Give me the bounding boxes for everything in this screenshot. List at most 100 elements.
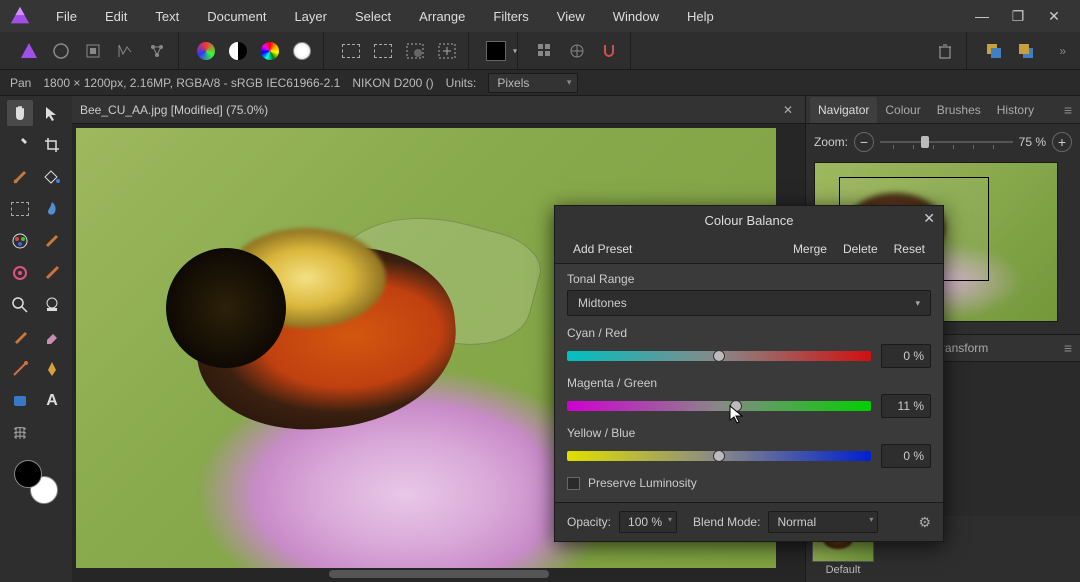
tool-mode-label: Pan	[10, 76, 31, 90]
selection-ellipse-icon[interactable]	[370, 38, 396, 64]
delete-button[interactable]: Delete	[835, 238, 886, 260]
colour-balance-dialog: Colour Balance ✕ Add Preset Merge Delete…	[554, 205, 944, 542]
selection-quick-icon[interactable]	[402, 38, 428, 64]
menu-file[interactable]: File	[44, 3, 89, 30]
zoom-tool-icon[interactable]	[7, 292, 33, 318]
units-dropdown[interactable]: Pixels	[488, 73, 578, 93]
menu-filters[interactable]: Filters	[481, 3, 540, 30]
magenta-green-value[interactable]: 11 %	[881, 394, 931, 418]
preserve-luminosity-label: Preserve Luminosity	[588, 476, 697, 490]
menu-document[interactable]: Document	[195, 3, 278, 30]
text-tool-icon[interactable]: A	[39, 388, 65, 414]
panel2-menu-icon[interactable]: ≡	[1060, 340, 1076, 356]
blend-mode-label: Blend Mode:	[693, 515, 760, 529]
mesh-warp-icon[interactable]	[7, 420, 33, 446]
contrast-icon[interactable]	[225, 38, 251, 64]
toolbar-overflow-icon[interactable]: »	[1053, 44, 1072, 58]
fill-swatch-dropdown[interactable]: ▾	[483, 38, 509, 64]
selection-refine-icon[interactable]	[434, 38, 460, 64]
tonal-range-dropdown[interactable]: Midtones	[567, 290, 931, 316]
move-tool-icon[interactable]	[39, 100, 65, 126]
zoom-in-button[interactable]: +	[1052, 132, 1072, 152]
clone-brush-icon[interactable]	[39, 228, 65, 254]
menu-text[interactable]: Text	[143, 3, 191, 30]
units-label: Units:	[446, 76, 477, 90]
tab-brushes[interactable]: Brushes	[929, 97, 989, 123]
arrange-front-icon[interactable]	[981, 38, 1007, 64]
pen-tool-icon[interactable]	[7, 324, 33, 350]
left-toolbox: A	[0, 96, 72, 582]
vector-brush-icon[interactable]	[7, 356, 33, 382]
trash-icon[interactable]	[932, 38, 958, 64]
menu-arrange[interactable]: Arrange	[407, 3, 477, 30]
dialog-titlebar[interactable]: Colour Balance ✕	[555, 206, 943, 234]
document-tab-close-icon[interactable]: ✕	[779, 103, 797, 117]
gradient-tool-icon[interactable]	[39, 292, 65, 318]
menubar: File Edit Text Document Layer Select Arr…	[0, 0, 1080, 32]
nib-tool-icon[interactable]	[39, 356, 65, 382]
magenta-green-label: Magenta / Green	[567, 376, 931, 390]
mixer-brush-icon[interactable]	[7, 228, 33, 254]
snap-icon[interactable]	[564, 38, 590, 64]
dialog-settings-icon[interactable]: ⚙	[918, 514, 931, 531]
menu-select[interactable]: Select	[343, 3, 403, 30]
window-close-button[interactable]: ✕	[1042, 4, 1066, 28]
persona-photo-icon[interactable]	[16, 38, 42, 64]
reset-button[interactable]: Reset	[886, 238, 933, 260]
menu-help[interactable]: Help	[675, 3, 726, 30]
color-swatches[interactable]	[14, 460, 58, 504]
add-preset-button[interactable]: Add Preset	[565, 238, 640, 260]
persona-develop-icon[interactable]	[80, 38, 106, 64]
yellow-blue-slider[interactable]	[567, 451, 871, 461]
tab-colour[interactable]: Colour	[877, 97, 928, 123]
flood-fill-icon[interactable]	[39, 164, 65, 190]
menu-view[interactable]: View	[545, 3, 597, 30]
panel-menu-icon[interactable]: ≡	[1060, 102, 1076, 118]
window-minimize-button[interactable]: —	[970, 4, 994, 28]
zoom-out-button[interactable]: −	[854, 132, 874, 152]
blend-mode-dropdown[interactable]: Normal	[768, 511, 878, 533]
horizontal-scrollbar[interactable]	[329, 570, 549, 578]
preserve-luminosity-checkbox[interactable]	[567, 477, 580, 490]
merge-button[interactable]: Merge	[785, 238, 835, 260]
eraser-tool-icon[interactable]	[39, 324, 65, 350]
tab-history[interactable]: History	[989, 97, 1042, 123]
selection-rect-icon[interactable]	[338, 38, 364, 64]
soft-proof-icon[interactable]	[289, 38, 315, 64]
cyan-red-label: Cyan / Red	[567, 326, 931, 340]
smudge-tool-icon[interactable]	[39, 196, 65, 222]
marquee-tool-icon[interactable]	[7, 196, 33, 222]
rectangle-shape-icon[interactable]	[7, 388, 33, 414]
color-picker-icon[interactable]	[7, 132, 33, 158]
hand-tool-icon[interactable]	[7, 100, 33, 126]
channels-icon[interactable]	[193, 38, 219, 64]
magnet-icon[interactable]	[596, 38, 622, 64]
menu-window[interactable]: Window	[601, 3, 671, 30]
hue-wheel-icon[interactable]	[257, 38, 283, 64]
persona-liquify-icon[interactable]	[48, 38, 74, 64]
window-maximize-button[interactable]: ❐	[1006, 4, 1030, 28]
cyan-red-value[interactable]: 0 %	[881, 344, 931, 368]
document-tab[interactable]: Bee_CU_AA.jpg [Modified] (75.0%)	[80, 103, 779, 117]
foreground-color-swatch[interactable]	[14, 460, 42, 488]
tonal-range-label: Tonal Range	[567, 272, 931, 286]
opacity-dropdown[interactable]: 100 %	[619, 511, 677, 533]
yellow-blue-value[interactable]: 0 %	[881, 444, 931, 468]
magenta-green-slider[interactable]	[567, 401, 871, 411]
layer-name-label: Default	[812, 564, 874, 576]
crop-tool-icon[interactable]	[39, 132, 65, 158]
cyan-red-slider[interactable]	[567, 351, 871, 361]
persona-export-icon[interactable]	[144, 38, 170, 64]
arrange-back-icon[interactable]	[1013, 38, 1039, 64]
menu-edit[interactable]: Edit	[93, 3, 139, 30]
zoom-slider[interactable]	[880, 135, 1013, 149]
grid-icon[interactable]	[532, 38, 558, 64]
menu-layer[interactable]: Layer	[282, 3, 339, 30]
inpaint-tool-icon[interactable]	[39, 260, 65, 286]
paint-brush-icon[interactable]	[7, 164, 33, 190]
healing-brush-icon[interactable]	[7, 260, 33, 286]
persona-tone-icon[interactable]	[112, 38, 138, 64]
dialog-close-icon[interactable]: ✕	[923, 210, 935, 227]
camera-info-label: NIKON D200 ()	[352, 76, 433, 90]
tab-navigator[interactable]: Navigator	[810, 97, 877, 123]
